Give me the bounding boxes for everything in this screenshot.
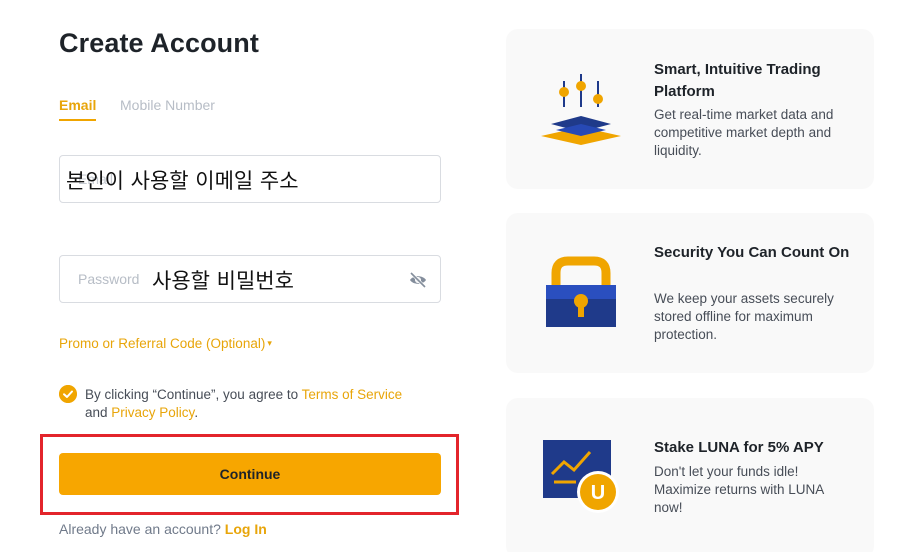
feature-desc: Get real-time market data and competitiv… bbox=[654, 107, 834, 158]
promo-code-label: Promo or Referral Code (Optional) bbox=[59, 336, 266, 351]
feature-card-stake: U Stake LUNA for 5% APY Don't let your f… bbox=[506, 398, 874, 552]
promo-code-toggle[interactable]: Promo or Referral Code (Optional) ▾ bbox=[59, 336, 272, 351]
stake-chart-icon: U bbox=[543, 440, 619, 513]
luna-coin-letter: U bbox=[591, 482, 605, 504]
page-title: Create Account bbox=[59, 28, 259, 58]
continue-button[interactable]: Continue bbox=[59, 453, 441, 495]
tab-email-underline bbox=[59, 119, 96, 121]
login-prompt: Already have an account? Log In bbox=[59, 521, 267, 537]
agreement-text: By clicking “Continue”, you agree to Ter… bbox=[85, 387, 403, 420]
feature-card-security: Security You Can Count On We keep your a… bbox=[506, 213, 874, 373]
email-field-value: 본인이 사용할 이메일 주소 bbox=[66, 169, 299, 193]
log-in-link[interactable]: Log In bbox=[225, 521, 267, 537]
privacy-policy-link[interactable]: Privacy Policy bbox=[111, 405, 194, 420]
password-field-value: 사용할 비밀번호 bbox=[152, 269, 294, 293]
padlock-icon bbox=[546, 256, 616, 327]
agree-checkbox[interactable] bbox=[59, 385, 77, 403]
feature-title: Security You Can Count On bbox=[654, 244, 850, 261]
tab-email[interactable]: Email bbox=[59, 97, 96, 113]
email-field[interactable]: Email 본인이 사용할 이메일 주소 bbox=[59, 155, 441, 203]
feature-desc: We keep your assets securely stored offl… bbox=[654, 291, 834, 342]
password-field-label: Password bbox=[78, 271, 140, 287]
tab-mobile-number[interactable]: Mobile Number bbox=[120, 97, 215, 113]
feature-title: Stake LUNA for 5% APY bbox=[654, 439, 824, 456]
feature-title: Smart, Intuitive Trading Platform bbox=[654, 61, 821, 100]
feature-desc: Don't let your funds idle! Maximize retu… bbox=[654, 464, 824, 515]
caret-down-icon: ▾ bbox=[267, 338, 272, 348]
terms-of-service-link[interactable]: Terms of Service bbox=[302, 387, 403, 402]
trading-platform-icon bbox=[541, 74, 621, 145]
eye-hidden-icon[interactable] bbox=[408, 270, 428, 290]
feature-card-trading: Smart, Intuitive Trading Platform Get re… bbox=[506, 29, 874, 189]
password-field[interactable]: Password 사용할 비밀번호 bbox=[59, 255, 441, 303]
